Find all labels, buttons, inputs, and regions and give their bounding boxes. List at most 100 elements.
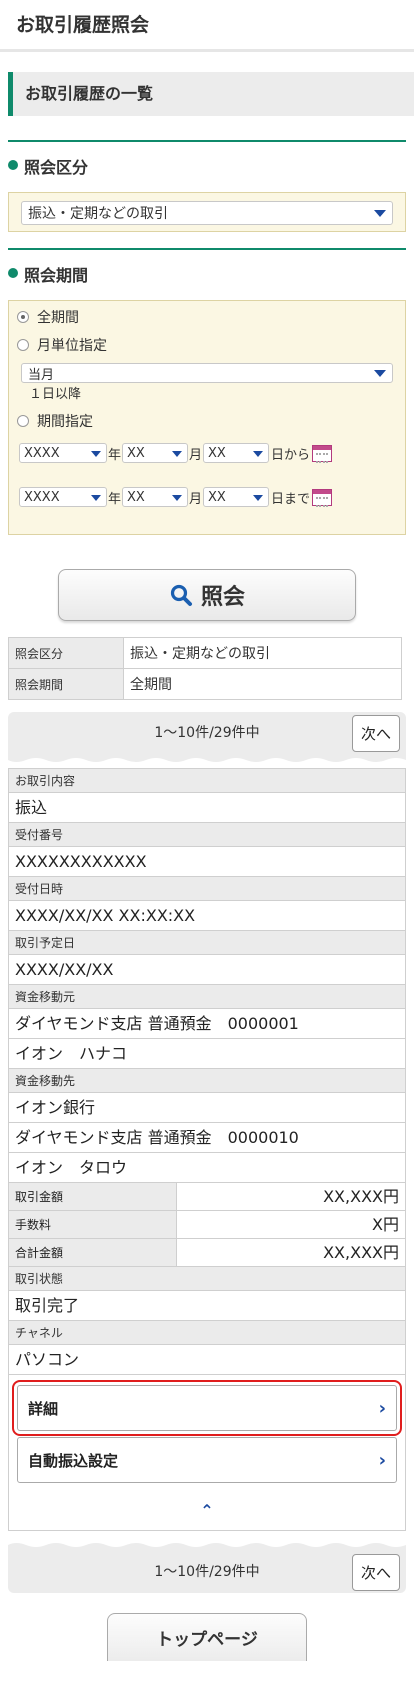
transaction-detail: お取引内容 振込 受付番号 XXXXXXXXXXXX 受付日時 XXXX/XX/… [8,768,406,1374]
pager-bottom: 1〜10件/29件中 次へ [8,1551,406,1593]
month-unit: 月 [189,491,203,507]
received-value: XXXX/XX/XX XX:XX:XX [9,900,405,930]
to-year-select[interactable]: XXXX [19,487,107,507]
page: お取引履歴照会 お取引履歴の一覧 照会区分 振込・定期などの取引 照会期間 全期… [0,0,414,1690]
from-month-value: XX [127,445,145,461]
to-year-value: XXXX [24,489,60,505]
status-value: 取引完了 [9,1290,405,1320]
amount-row: 取引金額 XX,XXX円 [9,1182,405,1210]
to-name: イオン タロウ [9,1152,405,1182]
dropdown-arrow-icon [253,495,264,501]
from-label: 資金移動元 [9,984,405,1008]
query-period-panel: 全期間 月単位指定 当月 １日以降 期間指定 XXXX 年 XX 月 XX 日か… [8,300,406,535]
fee-row: 手数料 X円 [9,1210,405,1238]
month-unit: 月 [189,447,203,463]
dropdown-arrow-icon [91,451,101,457]
to-day-select[interactable]: XX [203,487,270,507]
summary-type-label: 照会区分 [8,637,124,669]
pager-top: 1〜10件/29件中 次へ [8,712,406,754]
bullet-icon [8,160,18,170]
pager-count: 1〜10件/29件中 [154,725,260,741]
search-button[interactable]: 照会 [58,569,356,621]
auto-transfer-link[interactable]: 自動振込設定 › [17,1437,397,1483]
from-day-value: XX [208,445,226,461]
dropdown-arrow-icon [172,495,183,501]
year-unit: 年 [108,491,122,507]
radio-all-label: 全期間 [37,310,79,326]
query-period-heading: 照会期間 [8,248,406,300]
query-type-panel: 振込・定期などの取引 [8,192,406,232]
radio-monthly-label: 月単位指定 [37,338,107,354]
summary-period-value: 全期間 [123,668,402,700]
query-type-selected: 振込・定期などの取引 [28,206,168,222]
query-type-select[interactable]: 振込・定期などの取引 [21,201,393,225]
wave-divider [8,1537,406,1551]
radio-monthly[interactable]: 月単位指定 [9,331,405,359]
summary-period-label: 照会期間 [8,668,124,700]
month-note: １日以降 [29,387,82,402]
status-label: 取引状態 [9,1266,405,1290]
calendar-icon[interactable] [312,444,333,463]
date-to-row: XXXX 年 XX 月 XX 日まで [9,485,405,509]
query-type-heading: 照会区分 [8,140,406,192]
search-icon [170,584,192,606]
to-bank: イオン銀行 [9,1092,405,1122]
scheduled-value: XXXX/XX/XX [9,954,405,984]
month-select[interactable]: 当月 [21,363,393,383]
channel-value: パソコン [9,1344,405,1374]
total-row: 合計金額 XX,XXX円 [9,1238,405,1266]
dropdown-arrow-icon [172,451,183,457]
query-period-title: 照会期間 [24,266,89,285]
table-row: 照会期間 全期間 [8,668,402,700]
to-month-select[interactable]: XX [122,487,189,507]
calendar-icon[interactable] [312,488,333,507]
day-suffix-from: 日から [271,447,311,463]
receipt-no-label: 受付番号 [9,822,405,846]
top-page-button[interactable]: トップページ [107,1613,307,1661]
query-summary-table: 照会区分 振込・定期などの取引 照会期間 全期間 [8,637,402,700]
radio-range[interactable]: 期間指定 [9,407,405,435]
amount-value: XX,XXX円 [323,1187,399,1206]
page-title: お取引履歴照会 [0,0,414,52]
received-label: 受付日時 [9,876,405,900]
radio-button[interactable] [17,339,29,351]
total-label: 合計金額 [9,1239,177,1266]
next-page-button[interactable]: 次へ [352,1554,400,1591]
radio-all-period[interactable]: 全期間 [9,303,405,331]
from-year-select[interactable]: XXXX [19,443,107,463]
to-label: 資金移動先 [9,1068,405,1092]
query-type-title: 照会区分 [24,158,89,177]
type-value: 振込 [9,792,405,822]
dropdown-arrow-icon [253,451,264,457]
total-value: XX,XXX円 [323,1243,399,1262]
wave-divider [8,754,406,768]
date-from-row: XXXX 年 XX 月 XX 日から [9,441,405,465]
detail-link[interactable]: 詳細 › [12,1380,402,1436]
dropdown-arrow-icon [374,210,386,217]
chevron-up-icon: ⌃ [200,1501,214,1520]
list-section-heading: お取引履歴の一覧 [8,72,414,116]
to-day-value: XX [208,489,226,505]
auto-transfer-label: 自動振込設定 [28,1451,119,1470]
collapse-button[interactable]: ⌃ [8,1491,406,1531]
radio-range-label: 期間指定 [37,414,93,430]
amount-label: 取引金額 [9,1183,177,1210]
receipt-no-value: XXXXXXXXXXXX [9,846,405,876]
dropdown-arrow-icon [374,370,386,377]
channel-label: チャネル [9,1320,405,1344]
pager-count: 1〜10件/29件中 [154,1564,260,1580]
to-month-value: XX [127,489,145,505]
from-month-select[interactable]: XX [122,443,189,463]
radio-button-checked[interactable] [17,311,29,323]
detail-links: 詳細 › 自動振込設定 › [8,1374,406,1491]
detail-link-label: 詳細 [28,1399,59,1418]
scheduled-label: 取引予定日 [9,930,405,954]
from-branch: ダイヤモンド支店 普通預金 0000001 [9,1008,405,1038]
from-day-select[interactable]: XX [203,443,270,463]
next-page-button[interactable]: 次へ [352,715,400,752]
chevron-right-icon: › [378,1449,386,1471]
from-year-value: XXXX [24,445,60,461]
month-selected: 当月 [28,367,55,383]
summary-type-value: 振込・定期などの取引 [123,637,402,669]
radio-button[interactable] [17,415,29,427]
